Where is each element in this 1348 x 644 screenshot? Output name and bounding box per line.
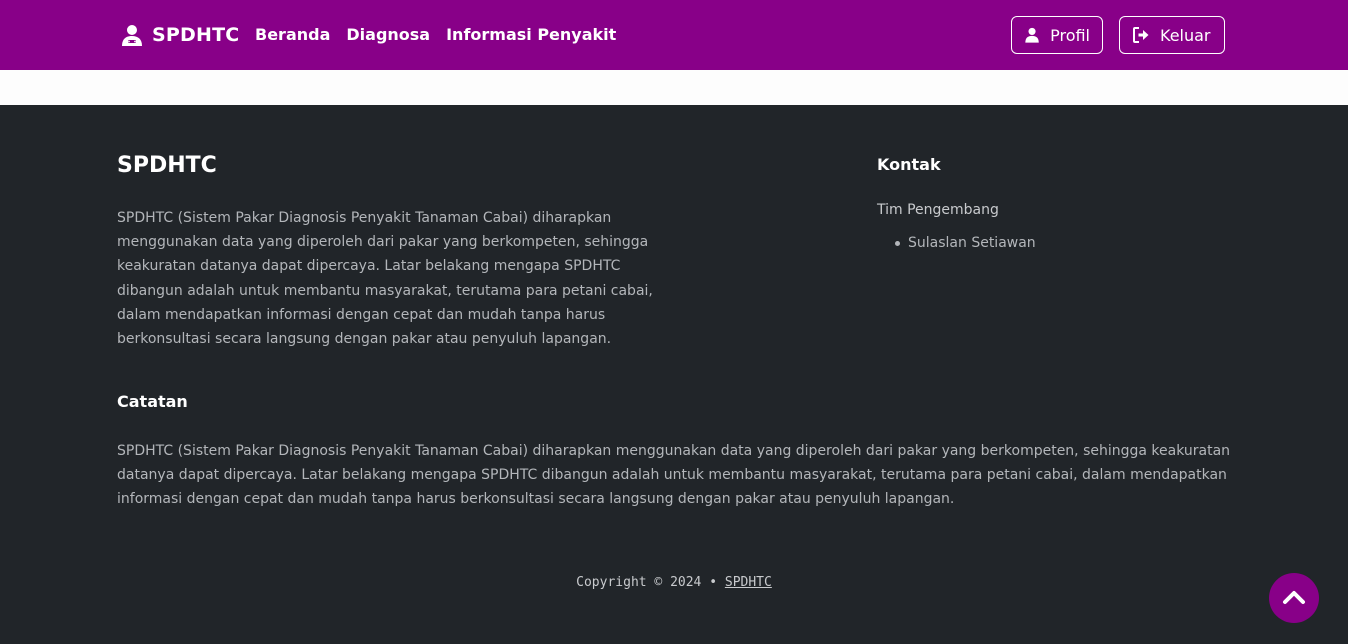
keluar-button[interactable]: Keluar (1119, 16, 1225, 54)
nav-links: Beranda Diagnosa Informasi Penyakit (255, 24, 616, 46)
keluar-label: Keluar (1160, 25, 1211, 45)
content-area (0, 70, 1348, 105)
tim-pengembang-heading: Tim Pengembang (877, 202, 999, 218)
back-to-top-button[interactable] (1269, 573, 1319, 623)
nav-link-informasi-penyakit[interactable]: Informasi Penyakit (446, 24, 616, 46)
nav-link-beranda[interactable]: Beranda (255, 24, 330, 46)
team-member: Sulaslan Setiawan (895, 233, 1036, 253)
copyright: Copyright © 2024 • SPDHTC (0, 575, 1348, 590)
navbar: SPDHTC Beranda Diagnosa Informasi Penyak… (0, 0, 1348, 70)
chevron-up-icon (1283, 591, 1305, 604)
user-icon (1025, 27, 1039, 43)
catatan-heading: Catatan (117, 392, 188, 411)
profil-button[interactable]: Profil (1011, 16, 1103, 54)
copyright-link[interactable]: SPDHTC (725, 575, 772, 590)
profil-label: Profil (1050, 25, 1090, 45)
copyright-text: Copyright © 2024 • (576, 575, 725, 590)
kontak-heading: Kontak (877, 155, 941, 174)
sign-out-icon (1133, 27, 1149, 43)
brand-text: SPDHTC (152, 24, 240, 46)
team-list: Sulaslan Setiawan (895, 233, 1036, 253)
user-doctor-icon (122, 25, 142, 46)
nav-link-diagnosa[interactable]: Diagnosa (346, 24, 430, 46)
footer: SPDHTC SPDHTC (Sistem Pakar Diagnosis Pe… (0, 105, 1348, 644)
catatan-text: SPDHTC (Sistem Pakar Diagnosis Penyakit … (117, 443, 1231, 508)
brand-link[interactable]: SPDHTC (120, 22, 239, 48)
footer-about-text: SPDHTC (Sistem Pakar Diagnosis Penyakit … (117, 210, 653, 348)
footer-brand: SPDHTC (117, 153, 217, 178)
